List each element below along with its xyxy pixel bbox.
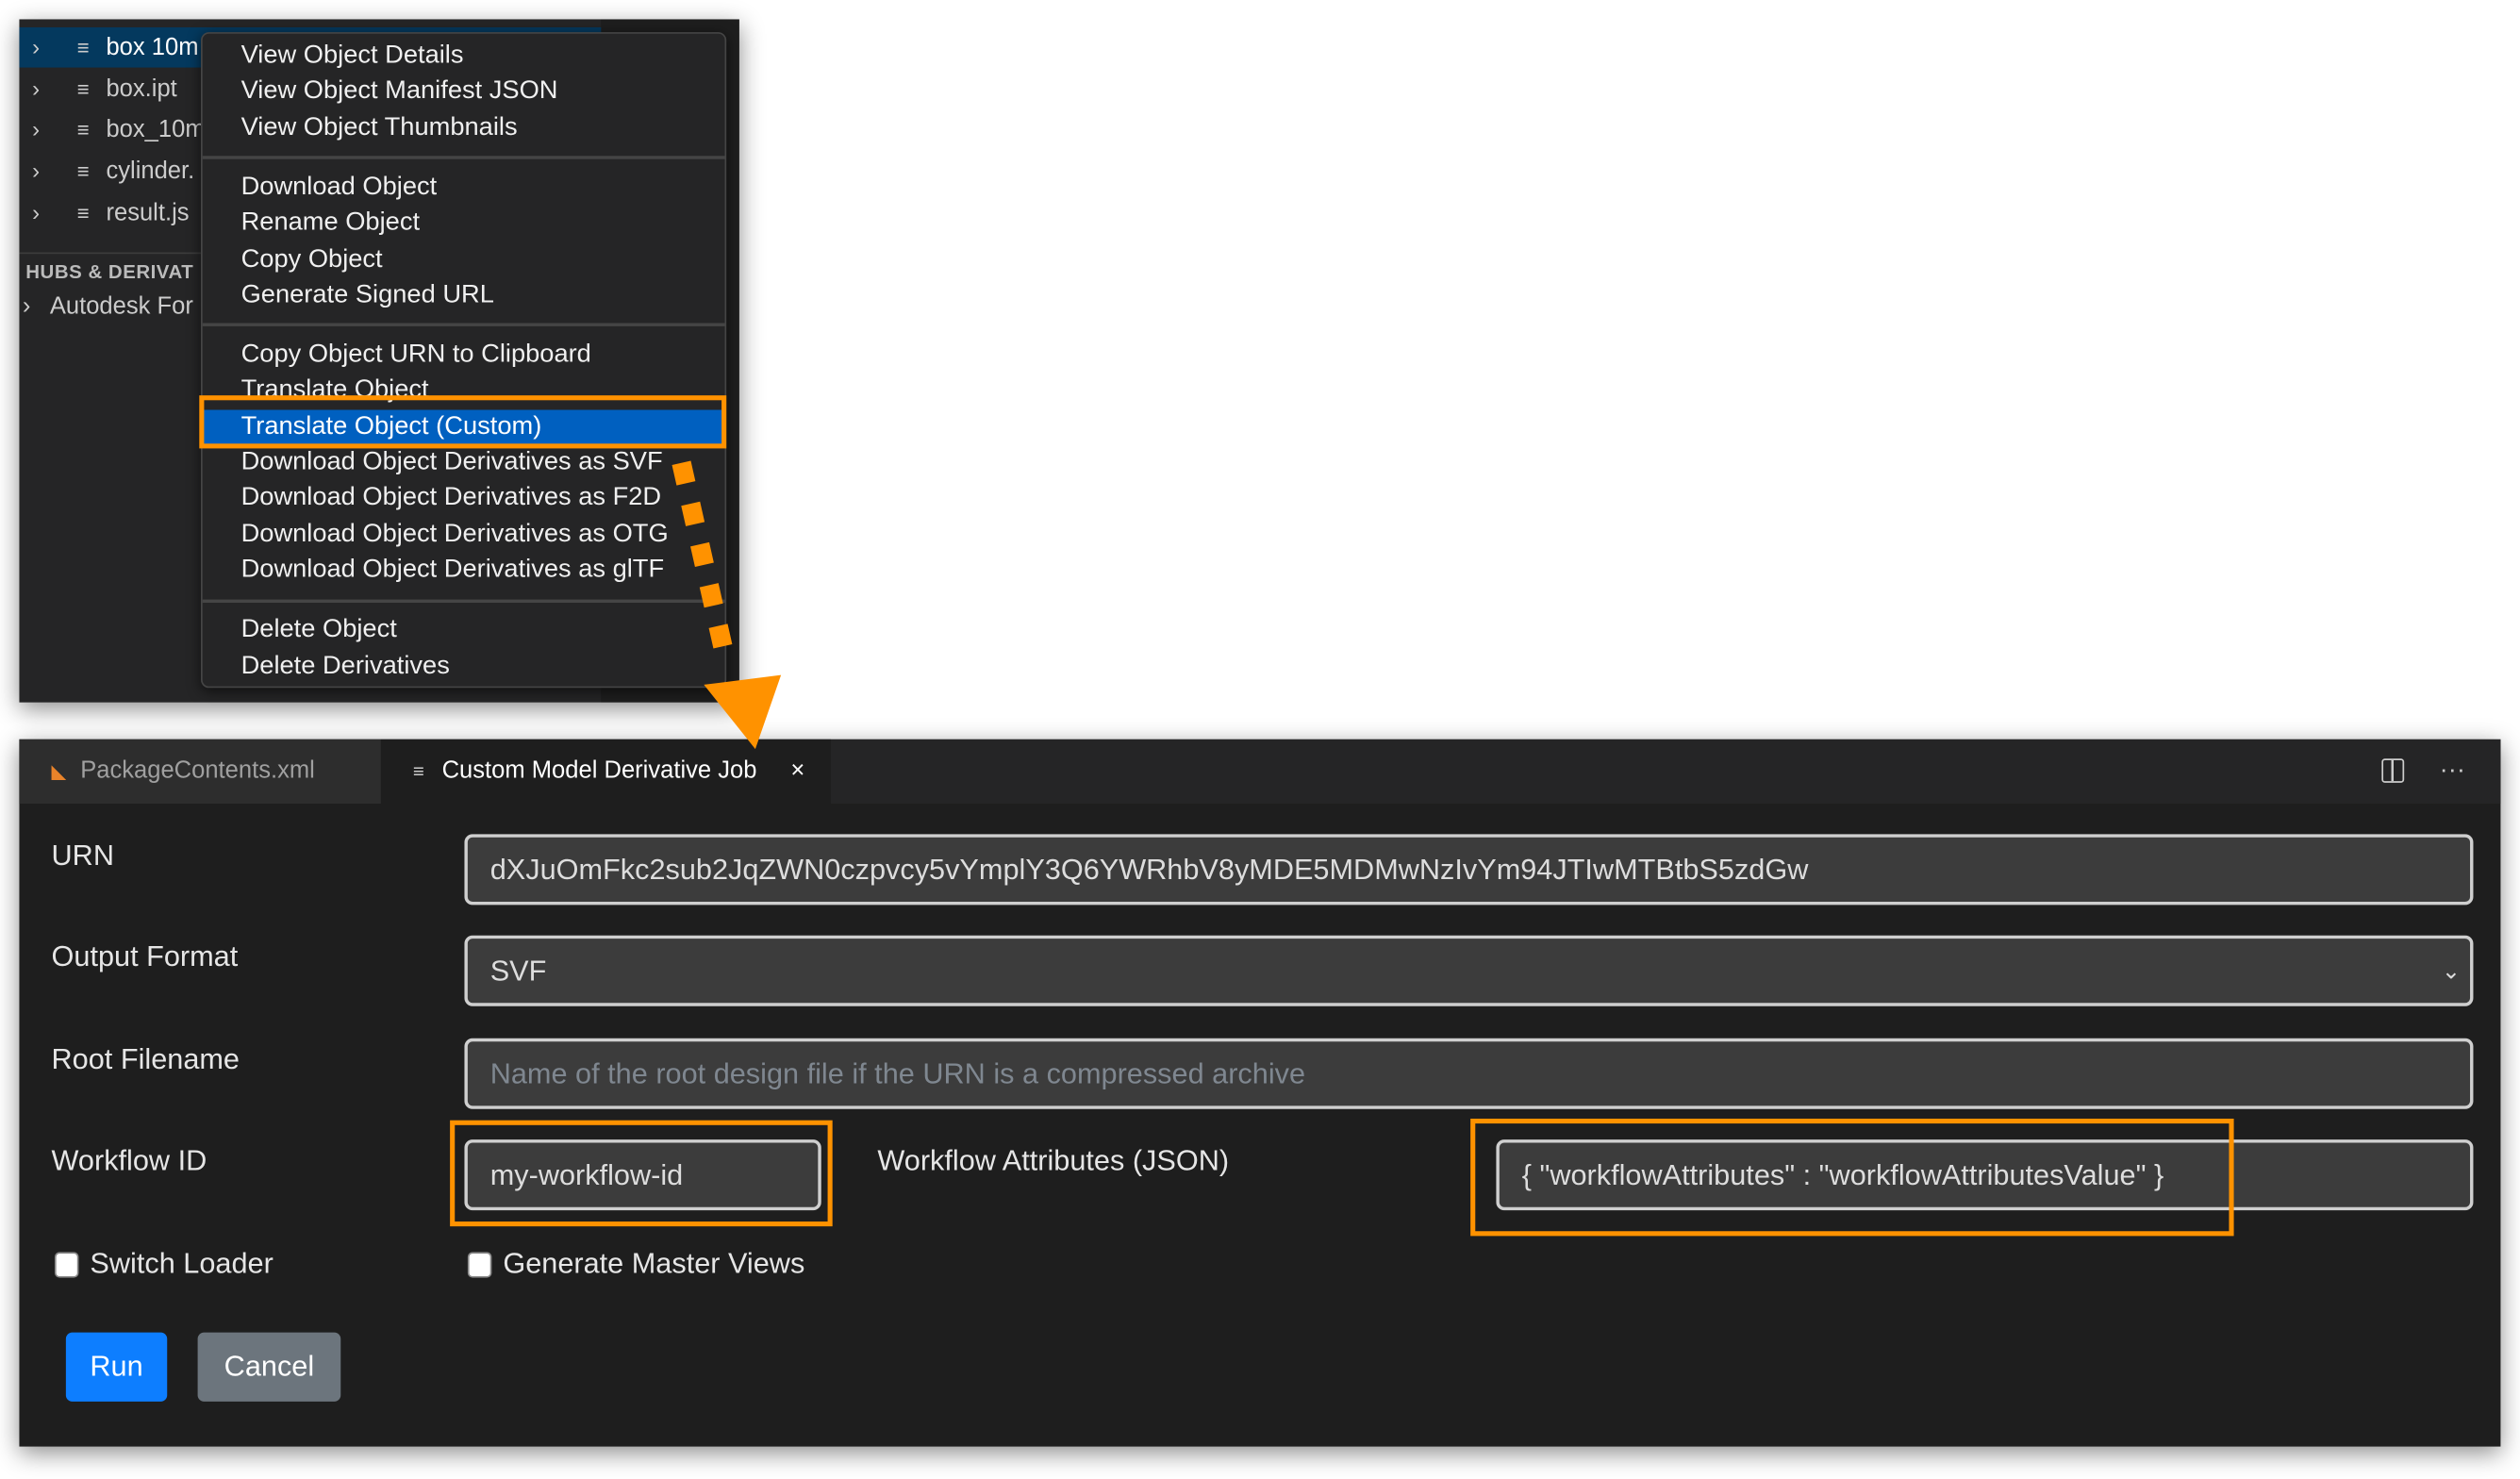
chevron-right-icon: › bbox=[32, 33, 41, 60]
highlight-box bbox=[1470, 1118, 2234, 1237]
editor-window: ◣ PackageContents.xml ≡ Custom Model Der… bbox=[19, 739, 2501, 1447]
menu-item[interactable]: Delete Derivatives bbox=[203, 649, 725, 684]
tab-custom-job[interactable]: ≡ Custom Model Derivative Job × bbox=[380, 739, 831, 804]
root-filename-label: Root Filename bbox=[51, 1042, 240, 1075]
generate-master-views-checkbox[interactable] bbox=[467, 1252, 492, 1278]
switch-loader-checkbox[interactable] bbox=[54, 1252, 79, 1278]
chevron-down-icon: ⌄ bbox=[2441, 957, 2461, 984]
tree-item-label: box_10m bbox=[106, 116, 206, 144]
close-icon[interactable]: × bbox=[790, 740, 804, 804]
workflow-id-label: Workflow ID bbox=[51, 1144, 207, 1177]
menu-item[interactable]: View Object Manifest JSON bbox=[203, 75, 725, 109]
tree-item-label: box 10m bbox=[106, 33, 199, 61]
hub-item-label: Autodesk For bbox=[49, 292, 193, 321]
generate-master-views-label: Generate Master Views bbox=[503, 1247, 805, 1280]
tree-item-label: box.ipt bbox=[106, 75, 177, 103]
urn-input[interactable]: dXJuOmFkc2sub2JqZWN0czpvcy5vYmplY3Q6YWRh… bbox=[464, 834, 2474, 906]
menu-separator bbox=[202, 156, 725, 160]
menu-item[interactable]: Rename Object bbox=[203, 206, 725, 241]
menu-item[interactable]: View Object Details bbox=[203, 39, 725, 74]
workflow-attributes-label: Workflow Attributes (JSON) bbox=[877, 1144, 1230, 1177]
context-menu: View Object Details View Object Manifest … bbox=[201, 32, 727, 689]
cancel-button[interactable]: Cancel bbox=[197, 1332, 341, 1402]
output-format-value: SVF bbox=[489, 955, 547, 988]
menu-item[interactable]: Delete Object bbox=[203, 612, 725, 647]
menu-item[interactable]: Download Object Derivatives as F2D bbox=[203, 481, 725, 516]
menu-item[interactable]: Download Object Derivatives as OTG bbox=[203, 517, 725, 552]
menu-separator bbox=[202, 598, 725, 603]
menu-item[interactable]: Copy Object bbox=[203, 241, 725, 276]
file-lines-icon: ≡ bbox=[76, 35, 90, 60]
root-filename-input[interactable]: Name of the root design file if the URN … bbox=[464, 1038, 2474, 1109]
rss-icon: ◣ bbox=[51, 759, 67, 783]
menu-separator bbox=[202, 324, 725, 327]
chevron-right-icon: › bbox=[22, 292, 31, 321]
file-lines-icon: ≡ bbox=[76, 76, 90, 101]
section-title[interactable]: HUBS & DERIVAT bbox=[25, 260, 193, 283]
menu-item[interactable]: Download Object bbox=[203, 170, 725, 205]
highlight-box bbox=[199, 395, 727, 449]
run-button[interactable]: Run bbox=[65, 1332, 168, 1402]
tree-item-label: cylinder. bbox=[106, 158, 195, 186]
menu-item[interactable]: Generate Signed URL bbox=[203, 278, 725, 313]
chevron-right-icon: › bbox=[32, 75, 41, 101]
file-lines-icon: ≡ bbox=[76, 118, 90, 142]
output-format-label: Output Format bbox=[51, 939, 239, 972]
output-format-select[interactable]: SVF ⌄ bbox=[464, 935, 2474, 1006]
chevron-right-icon: › bbox=[32, 198, 41, 225]
chevron-right-icon: › bbox=[32, 116, 41, 142]
tab-package-contents[interactable]: ◣ PackageContents.xml bbox=[19, 739, 381, 804]
menu-item[interactable]: Copy Object URN to Clipboard bbox=[203, 337, 725, 372]
menu-item[interactable]: Download Object Derivatives as glTF bbox=[203, 553, 725, 588]
tab-label: PackageContents.xml bbox=[80, 756, 315, 785]
urn-label: URN bbox=[51, 839, 114, 872]
chevron-right-icon: › bbox=[32, 158, 41, 184]
tab-label: Custom Model Derivative Job bbox=[441, 756, 757, 785]
highlight-box bbox=[450, 1120, 833, 1227]
switch-loader-label: Switch Loader bbox=[90, 1247, 274, 1280]
tab-bar: ◣ PackageContents.xml ≡ Custom Model Der… bbox=[19, 739, 2501, 804]
file-lines-icon: ≡ bbox=[76, 200, 90, 225]
file-lines-icon: ≡ bbox=[76, 158, 90, 184]
menu-item[interactable]: Download Object Derivatives as SVF bbox=[203, 445, 725, 480]
file-lines-icon: ≡ bbox=[412, 759, 424, 783]
menu-item[interactable]: View Object Thumbnails bbox=[203, 110, 725, 145]
more-actions-icon[interactable]: ··· bbox=[2440, 740, 2465, 804]
split-editor-icon[interactable] bbox=[2381, 740, 2405, 804]
tree-item-label: result.js bbox=[106, 198, 190, 226]
